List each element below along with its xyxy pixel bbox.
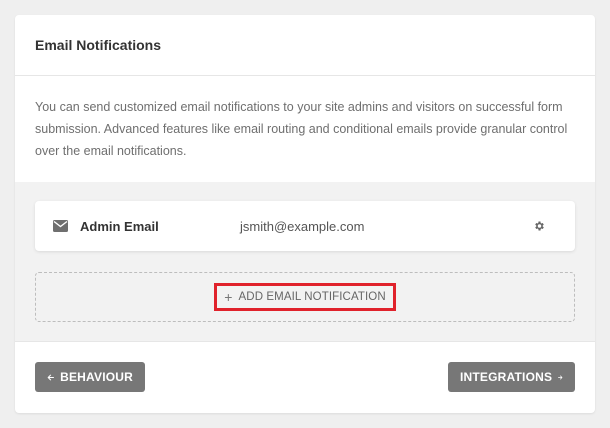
add-email-notification-label: ADD EMAIL NOTIFICATION [238, 291, 386, 303]
notification-list-area: Admin Email jsmith@example.com + ADD EMA… [15, 182, 595, 342]
email-notifications-panel: Email Notifications You can send customi… [15, 15, 595, 413]
notification-name: Admin Email [80, 218, 159, 234]
next-integrations-button[interactable]: INTEGRATIONS [448, 362, 575, 392]
back-behaviour-button[interactable]: BEHAVIOUR [35, 362, 145, 392]
gear-icon[interactable] [533, 220, 545, 232]
notification-row-admin-email[interactable]: Admin Email jsmith@example.com [35, 201, 575, 251]
back-button-label: BEHAVIOUR [60, 370, 133, 384]
next-button-label: INTEGRATIONS [460, 370, 553, 384]
panel-description: You can send customized email notificati… [35, 100, 568, 158]
panel-footer: BEHAVIOUR INTEGRATIONS [15, 342, 595, 412]
panel-header: Email Notifications [15, 15, 595, 76]
plus-icon: + [224, 289, 233, 305]
arrow-left-icon [47, 374, 55, 380]
envelope-icon [53, 220, 68, 232]
notification-recipient: jsmith@example.com [240, 218, 365, 234]
add-notification-dropzone: + ADD EMAIL NOTIFICATION [35, 272, 575, 322]
add-email-notification-button[interactable]: + ADD EMAIL NOTIFICATION [214, 283, 396, 311]
panel-title: Email Notifications [35, 37, 162, 53]
arrow-right-icon [558, 375, 563, 379]
